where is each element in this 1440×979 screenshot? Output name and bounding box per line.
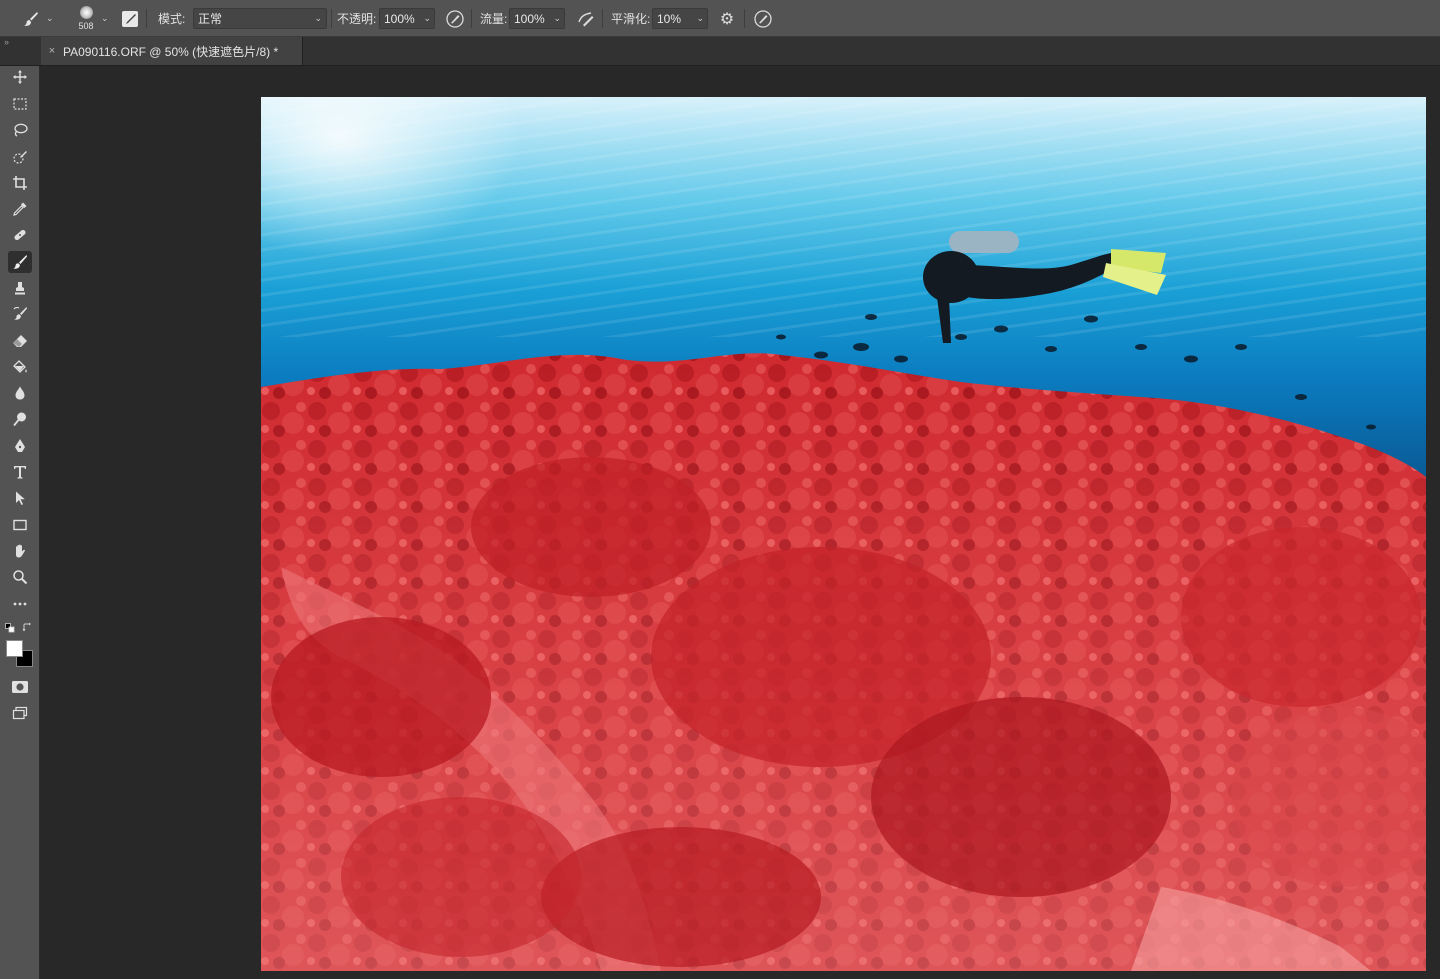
- paint-bucket-tool[interactable]: [8, 356, 32, 378]
- brush-size-chevron-down-icon[interactable]: ⌄: [101, 0, 109, 37]
- mode-select-value: 正常: [198, 12, 223, 26]
- eraser-tool[interactable]: [8, 330, 32, 352]
- stamp-icon: [15, 282, 25, 295]
- paint-bucket-icon: [13, 360, 27, 373]
- history-brush-icon: [13, 307, 27, 320]
- eyedropper-tool[interactable]: [8, 198, 32, 220]
- opacity-input[interactable]: 100% ⌄: [379, 8, 435, 29]
- screen-mode-icon: [12, 706, 28, 720]
- document-tab[interactable]: × PA090116.ORF @ 50% (快速遮色片/8) *: [41, 37, 303, 65]
- foreground-color-swatch[interactable]: [6, 640, 23, 657]
- lasso-tool[interactable]: [8, 119, 32, 141]
- flow-input[interactable]: 100% ⌄: [509, 8, 565, 29]
- quick-mask-mode-button[interactable]: [8, 676, 32, 698]
- history-brush-tool[interactable]: [8, 303, 32, 325]
- brush-size-picker[interactable]: 508: [74, 0, 98, 37]
- document-tab-title: PA090116.ORF @ 50% (快速遮色片/8) *: [63, 44, 279, 59]
- smoothing-input[interactable]: 10% ⌄: [652, 8, 708, 29]
- divider: [471, 9, 472, 28]
- brush-icon: [13, 255, 27, 269]
- default-colors-icon[interactable]: [5, 623, 15, 635]
- lasso-icon: [14, 123, 28, 137]
- collapse-panels-icon[interactable]: ››: [4, 37, 9, 47]
- divider: [146, 9, 147, 28]
- clone-stamp-tool[interactable]: [8, 277, 32, 299]
- brush-tip-preview: [79, 6, 93, 19]
- divider: [331, 9, 332, 28]
- flow-label: 流量:: [480, 12, 508, 26]
- edit-toolbar-button[interactable]: [8, 593, 32, 615]
- smoothing-options-gear-icon[interactable]: ⚙: [716, 0, 738, 37]
- smoothing-label: 平滑化:: [611, 12, 651, 26]
- mode-chevron-down-icon: ⌄: [314, 13, 322, 23]
- dodge-tool[interactable]: [8, 408, 32, 430]
- tools-panel: [0, 66, 40, 979]
- smoothing-value: 10%: [657, 11, 682, 26]
- rectangle-icon: [13, 519, 27, 531]
- marquee-tool[interactable]: [8, 93, 32, 115]
- swap-colors-icon[interactable]: [22, 622, 33, 635]
- rectangle-tool[interactable]: [8, 514, 32, 536]
- airbrush-icon[interactable]: [575, 0, 597, 37]
- type-icon: [14, 466, 26, 479]
- opacity-chevron-down-icon[interactable]: ⌄: [423, 13, 431, 24]
- more-dots-icon: [13, 602, 27, 606]
- crop-tool[interactable]: [8, 172, 32, 194]
- rectangular-marquee-icon: [13, 98, 27, 110]
- quick-selection-icon: [13, 151, 27, 164]
- eyedropper-icon: [13, 202, 27, 216]
- flow-value: 100%: [514, 11, 545, 26]
- hand-tool[interactable]: [8, 540, 32, 562]
- pen-tool[interactable]: [8, 435, 32, 457]
- quick-mask-icon: [12, 681, 28, 693]
- move-tool[interactable]: [8, 66, 32, 88]
- quick-selection-tool[interactable]: [8, 146, 32, 168]
- flow-chevron-down-icon[interactable]: ⌄: [553, 13, 561, 24]
- brush-settings-panel-icon[interactable]: [122, 0, 140, 37]
- document-workspace[interactable]: [40, 66, 1440, 979]
- healing-brush-tool[interactable]: [8, 224, 32, 246]
- water-drop-icon: [15, 386, 25, 400]
- pressure-opacity-icon[interactable]: [444, 0, 466, 37]
- divider: [744, 9, 745, 28]
- image-canvas[interactable]: [261, 97, 1426, 971]
- magnifier-icon: [13, 570, 28, 585]
- crop-icon: [13, 176, 27, 190]
- screen-mode-button[interactable]: [8, 702, 32, 724]
- path-selection-tool[interactable]: [8, 487, 32, 509]
- hand-icon: [16, 544, 25, 558]
- brush-tool[interactable]: [8, 251, 32, 273]
- mode-select[interactable]: 正常 ⌄: [193, 8, 327, 29]
- blur-tool[interactable]: [8, 382, 32, 404]
- smoothing-chevron-down-icon[interactable]: ⌄: [696, 13, 704, 24]
- divider: [602, 9, 603, 28]
- brush-preset-icon[interactable]: [20, 0, 42, 37]
- opacity-label: 不透明:: [337, 12, 377, 26]
- diver: [923, 231, 1166, 343]
- dodge-icon: [13, 412, 26, 427]
- type-tool[interactable]: [8, 461, 32, 483]
- bandage-icon: [14, 229, 26, 241]
- pressure-size-icon[interactable]: [752, 0, 774, 37]
- arrow-cursor-icon: [16, 491, 25, 505]
- brush-size-value: 508: [78, 21, 94, 31]
- opacity-value: 100%: [384, 11, 415, 26]
- pen-icon: [15, 439, 25, 452]
- brush-preset-chevron-down-icon[interactable]: ⌄: [46, 0, 54, 37]
- zoom-tool[interactable]: [8, 566, 32, 588]
- close-icon[interactable]: ×: [41, 45, 63, 57]
- options-bar: ⌄ 508 ⌄ 模式: 正常 ⌄ 不透明: 100% ⌄ 流量: 100% ⌄ …: [0, 0, 1440, 37]
- eraser-icon: [13, 335, 27, 347]
- quick-mask-overlay: [261, 231, 1426, 971]
- document-tab-bar: ›› × PA090116.ORF @ 50% (快速遮色片/8) *: [0, 37, 1440, 66]
- mode-label: 模式:: [158, 12, 186, 26]
- move-icon: [13, 70, 27, 84]
